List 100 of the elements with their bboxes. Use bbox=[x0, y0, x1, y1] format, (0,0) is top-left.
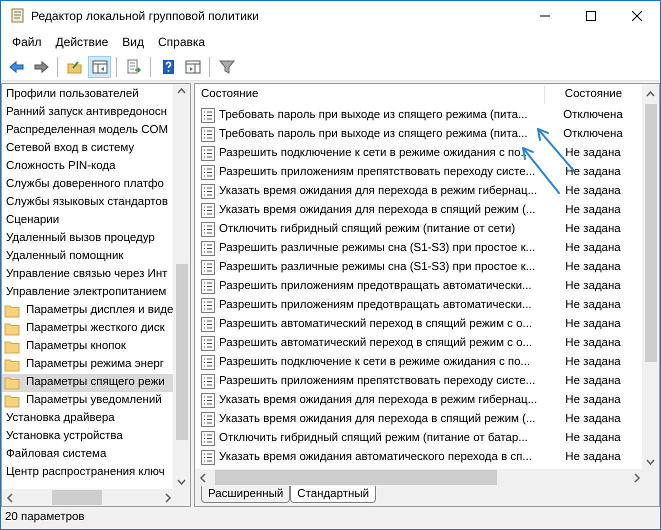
setting-name[interactable]: Отключить гибридный спящий режим (питание от батар... bbox=[219, 430, 528, 448]
tree-item[interactable]: Сложность PIN-кода bbox=[2, 158, 173, 176]
folder-icon bbox=[4, 394, 20, 408]
setting-icon bbox=[201, 165, 215, 180]
toolbar-button[interactable] bbox=[88, 56, 111, 78]
setting-name[interactable]: Разрешить приложениям препятствовать переходу систе... bbox=[219, 164, 536, 182]
tree-item-label: Параметры уведомлений bbox=[26, 393, 162, 408]
setting-state: Не задана bbox=[564, 260, 622, 275]
menu-item[interactable]: Действие bbox=[48, 31, 116, 53]
tab[interactable]: Расширенный bbox=[201, 486, 290, 503]
setting-icon bbox=[201, 260, 215, 275]
setting-icon bbox=[201, 431, 215, 446]
setting-name[interactable]: Разрешить приложениям предотвращать автоматически... bbox=[219, 278, 532, 296]
tree-item[interactable]: Удаленный помощник bbox=[2, 248, 173, 266]
setting-state: Не задана bbox=[564, 336, 622, 351]
vertical-scrollbar[interactable] bbox=[642, 84, 659, 469]
tab[interactable]: Стандартный bbox=[290, 486, 376, 503]
setting-state: Отключена bbox=[562, 126, 624, 142]
setting-icon bbox=[201, 393, 215, 408]
setting-icon bbox=[201, 298, 215, 313]
setting-name[interactable]: Указать время ожидания для перехода в режим гибернац... bbox=[219, 182, 538, 200]
column-header[interactable]: Состояние bbox=[195, 86, 544, 104]
setting-icon bbox=[201, 127, 215, 142]
forward-arrow-icon bbox=[32, 58, 48, 74]
tree-item[interactable]: Установка устройства bbox=[2, 428, 173, 446]
folder-icon bbox=[4, 358, 20, 372]
setting-name[interactable]: Разрешить различные режимы сна (S1-S3) при простое к... bbox=[219, 258, 536, 276]
setting-name[interactable]: Требовать пароль при выходе из спящего режима (пита... bbox=[219, 126, 528, 144]
tree-item-label: Параметры жесткого диск bbox=[26, 321, 165, 336]
setting-name[interactable]: Указать время ожидания для перехода в спящий режим (... bbox=[219, 202, 536, 220]
setting-name[interactable]: Разрешить подключение к сети в режиме ожидания с по... bbox=[219, 354, 530, 372]
window-title: Редактор локальной групповой политики bbox=[31, 8, 259, 25]
setting-icon bbox=[201, 241, 215, 256]
tree-item-label: Параметры дисплея и виде bbox=[26, 303, 173, 318]
tree-item[interactable]: Удаленный вызов процедур bbox=[2, 230, 173, 248]
tree-item[interactable]: Установка драйвера bbox=[2, 410, 173, 428]
setting-name[interactable]: Разрешить приложениям предотвращать автоматически... bbox=[219, 296, 532, 314]
filter-icon bbox=[218, 58, 234, 74]
setting-state: Отключена bbox=[562, 108, 624, 123]
setting-name[interactable]: Разрешить приложениям препятствовать переходу систе... bbox=[219, 372, 536, 390]
setting-icon bbox=[201, 222, 215, 237]
tree-item[interactable]: Службы доверенного платфо bbox=[2, 176, 173, 194]
app-icon bbox=[9, 8, 25, 24]
export-list-icon bbox=[126, 58, 142, 74]
setting-state: Не задана bbox=[564, 184, 622, 199]
close-icon bbox=[632, 11, 642, 21]
setting-icon bbox=[201, 374, 215, 389]
tree-item[interactable]: Управление связью через Инт bbox=[2, 266, 173, 284]
tree-item[interactable]: Параметры спящего режи bbox=[2, 374, 173, 392]
setting-icon bbox=[201, 203, 215, 218]
setting-name[interactable]: Указать время ожидания для перехода в спящий режим (... bbox=[219, 410, 536, 428]
status-text: 20 параметров bbox=[5, 510, 84, 526]
setting-state: Не задана bbox=[564, 202, 622, 218]
tree-item[interactable]: Сценарии bbox=[2, 212, 173, 230]
folder-icon bbox=[66, 58, 82, 74]
setting-icon bbox=[201, 336, 215, 351]
tree-item[interactable]: Параметры жесткого диск bbox=[2, 320, 173, 338]
maximize-icon bbox=[586, 11, 596, 21]
tree-item[interactable]: Профили пользователей bbox=[2, 86, 173, 104]
setting-icon bbox=[201, 355, 215, 370]
tree-item[interactable]: Параметры уведомлений bbox=[2, 392, 173, 410]
setting-state: Не задана bbox=[564, 278, 622, 294]
setting-state: Не задана bbox=[564, 430, 622, 446]
setting-name[interactable]: Указать время ожидания автоматического перехода в сп... bbox=[219, 448, 532, 466]
setting-name[interactable]: Разрешить автоматический переход в спящий режим с о... bbox=[219, 316, 532, 334]
tree-item[interactable]: Файловая система bbox=[2, 446, 173, 464]
horizontal-scrollbar[interactable] bbox=[2, 489, 190, 506]
tree-item[interactable]: Центр распространения ключ bbox=[2, 464, 173, 482]
tree-item[interactable]: Параметры кнопок bbox=[2, 338, 173, 356]
folder-icon bbox=[4, 340, 20, 354]
setting-icon bbox=[201, 317, 215, 332]
menu-item[interactable]: Справка bbox=[151, 31, 212, 53]
horizontal-scrollbar[interactable] bbox=[195, 469, 659, 486]
tree-item[interactable]: Распределенная модель COM bbox=[2, 122, 173, 140]
setting-name[interactable]: Требовать пароль при выходе из спящего режима (пита... bbox=[219, 106, 528, 124]
tree-item[interactable]: Параметры режима энерг bbox=[2, 356, 173, 374]
tree-item[interactable]: Параметры дисплея и виде bbox=[2, 302, 173, 320]
panel-icon bbox=[92, 58, 108, 74]
folder-icon bbox=[4, 376, 20, 390]
tree-item[interactable]: Службы языковых стандартов bbox=[2, 194, 173, 212]
setting-icon bbox=[201, 412, 215, 427]
tree-item[interactable]: Сетевой вход в систему bbox=[2, 140, 173, 158]
menu-item[interactable]: Вид bbox=[115, 31, 151, 53]
setting-name[interactable]: Разрешить различные режимы сна (S1-S3) при простое к... bbox=[219, 240, 536, 258]
tree-item-label: Параметры кнопок bbox=[26, 339, 126, 354]
setting-state: Не задана bbox=[564, 222, 622, 237]
setting-icon bbox=[201, 108, 215, 123]
setting-state: Не задана bbox=[564, 146, 622, 161]
tree-item-label: Параметры режима энерг bbox=[26, 357, 164, 372]
setting-name[interactable]: Отключить гибридный спящий режим (питание от сети) bbox=[219, 220, 516, 238]
vertical-scrollbar[interactable] bbox=[173, 84, 190, 489]
setting-icon bbox=[201, 184, 215, 199]
setting-name[interactable]: Разрешить автоматический переход в спящий режим с о... bbox=[219, 334, 532, 352]
setting-name[interactable]: Указать время ожидания для перехода в режим гибернац... bbox=[219, 392, 538, 410]
back-arrow-icon bbox=[8, 58, 24, 74]
setting-state: Не задана bbox=[564, 354, 622, 370]
tree-item[interactable]: Управление электропитанием bbox=[2, 284, 173, 302]
folder-icon bbox=[4, 304, 20, 318]
menu-item[interactable]: Файл bbox=[5, 31, 49, 53]
tree-item[interactable]: Ранний запуск антивредоносн bbox=[2, 104, 173, 122]
